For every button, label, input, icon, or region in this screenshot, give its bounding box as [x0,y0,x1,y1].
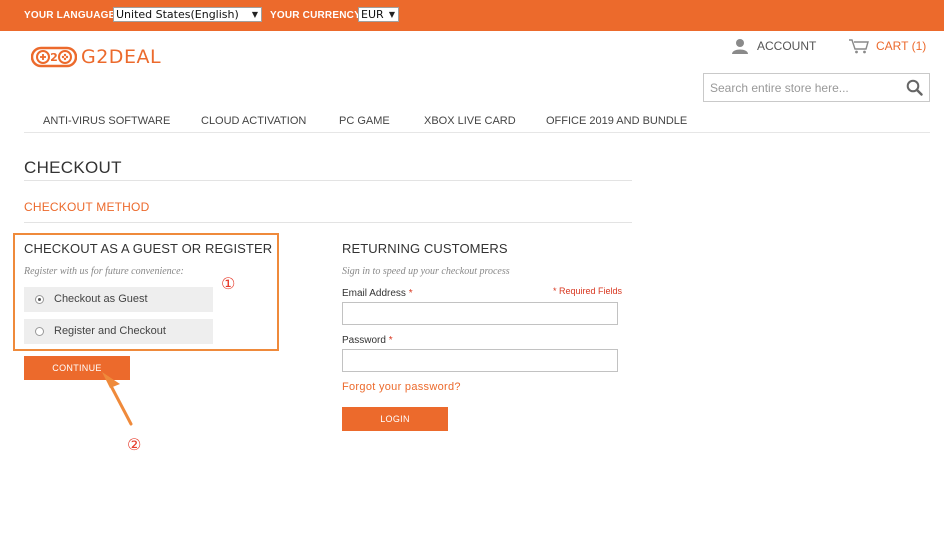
guest-section-subtitle: Register with us for future convenience: [24,266,184,277]
nav-item-office-2019[interactable]: OFFICE 2019 AND BUNDLE [546,115,687,127]
login-button[interactable]: LOGIN [342,407,448,431]
chevron-down-icon: ▼ [251,10,258,19]
gamepad-logo-icon: 2 [31,46,77,68]
language-select-value: United States(English) [116,8,239,21]
nav-item-anti-virus[interactable]: ANTI-VIRUS SOFTWARE [43,115,170,127]
logo-text: G2DEAL [81,46,162,68]
site-logo[interactable]: 2 G2DEAL [31,44,161,70]
nav-item-cloud-activation[interactable]: CLOUD ACTIVATION [201,115,306,127]
top-bar: YOUR LANGUAGE: United States(English) ▼ … [0,0,944,31]
required-star: * [388,335,393,346]
currency-label: YOUR CURRENCY: [270,10,364,21]
returning-section-subtitle: Sign in to speed up your checkout proces… [342,266,510,277]
email-label: Email Address * [342,288,413,299]
returning-section-title: RETURNING CUSTOMERS [342,241,508,256]
annotation-arrow-icon [102,372,133,426]
email-field[interactable] [342,302,618,325]
option-label: Register and Checkout [54,325,166,337]
currency-select-value: EUR [361,8,384,21]
divider [24,222,632,223]
required-star: * [408,288,413,299]
password-label: Password * [342,335,393,346]
cart-icon [849,39,869,54]
nav-item-pc-game[interactable]: PC GAME [339,115,390,127]
svg-text:2: 2 [50,51,58,64]
main-nav: ANTI-VIRUS SOFTWARE CLOUD ACTIVATION PC … [24,111,930,133]
search-icon[interactable] [906,79,923,96]
language-select[interactable]: United States(English) ▼ [113,7,262,22]
required-fields-note: * Required Fields [553,286,623,296]
cart-link[interactable]: CART (1) [848,38,926,54]
forgot-password-link[interactable]: Forgot your password? [342,381,461,393]
search-input[interactable] [704,74,894,101]
step-marker-1: ① [221,274,236,293]
currency-select[interactable]: EUR ▼ [358,7,399,22]
chevron-down-icon: ▼ [388,10,395,19]
language-label: YOUR LANGUAGE: [24,10,120,21]
option-checkout-as-guest[interactable]: Checkout as Guest [24,287,213,312]
page-title: CHECKOUT [24,158,122,177]
nav-item-xbox-live-card[interactable]: XBOX LIVE CARD [424,115,516,127]
divider [24,180,632,181]
step-marker-2: ② [127,435,142,454]
radio-button-selected[interactable] [35,295,44,304]
account-label: ACCOUNT [757,39,817,53]
guest-section-title: CHECKOUT AS A GUEST OR REGISTER [24,241,273,256]
email-label-text: Email Address [342,288,406,299]
account-link[interactable]: ACCOUNT [732,38,816,54]
password-field[interactable] [342,349,618,372]
option-register-and-checkout[interactable]: Register and Checkout [24,319,213,344]
user-icon [732,39,748,54]
radio-button[interactable] [35,327,44,336]
checkout-method-step[interactable]: CHECKOUT METHOD [24,200,149,214]
search-box [703,73,930,102]
password-label-text: Password [342,335,386,346]
cart-label: CART (1) [876,39,927,53]
option-label: Checkout as Guest [54,293,148,305]
